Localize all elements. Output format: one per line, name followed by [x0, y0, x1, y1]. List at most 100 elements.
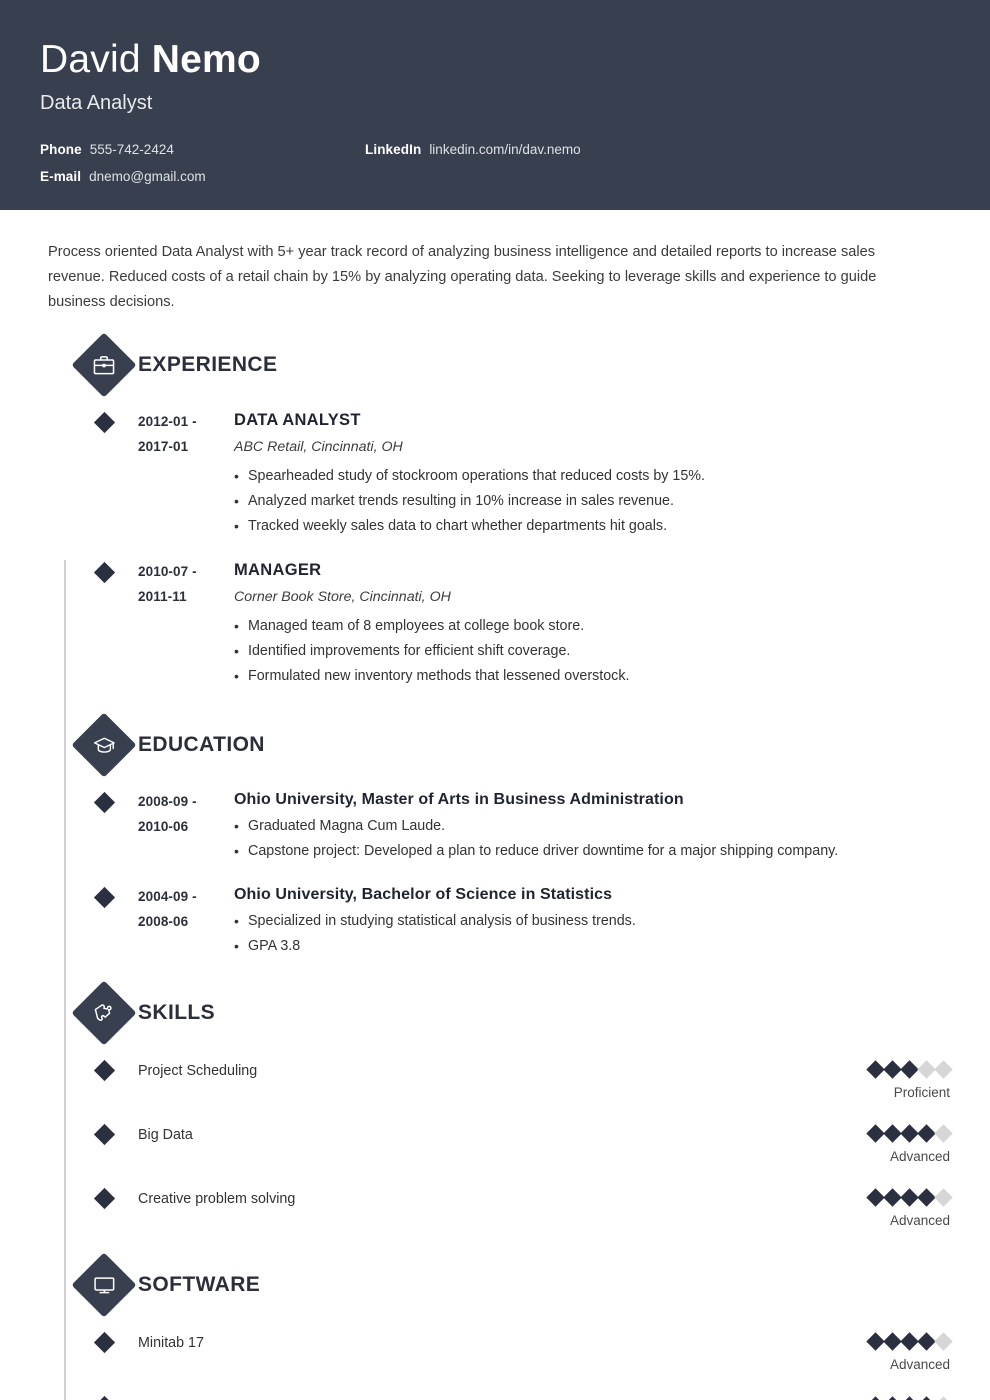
section-skills: SKILLS Project Scheduling Proficient Big…: [40, 980, 953, 1229]
rating-diamond-empty: [917, 1060, 936, 1079]
skill-rating: Advanced: [830, 1188, 953, 1229]
linkedin-label: LinkedIn: [365, 142, 422, 157]
education-entry: 2004-09 - 2008-06 Ohio University, Bache…: [40, 884, 950, 959]
experience-dates: 2010-07 - 2011-11: [138, 559, 234, 689]
email-value[interactable]: dnemo@gmail.com: [89, 169, 206, 184]
rating-diamond-filled: [917, 1396, 936, 1400]
section-software: SOFTWARE Minitab 17 Advanced: [40, 1252, 953, 1400]
rating-diamond-empty: [934, 1060, 953, 1079]
bullet-item: Graduated Magna Cum Laude.: [234, 814, 950, 839]
timeline-node-icon: [93, 1187, 116, 1210]
rating-diamond-filled: [883, 1188, 902, 1207]
timeline-node-icon: [93, 791, 116, 814]
rating-diamond-filled: [883, 1124, 902, 1143]
rating-diamonds: [830, 1124, 953, 1143]
rating-diamond-filled: [866, 1332, 885, 1351]
software-row: Minitab 17 Advanced: [40, 1331, 953, 1373]
rating-diamonds: [830, 1060, 953, 1079]
contact-phone: Phone 555-742-2424: [40, 142, 365, 157]
section-header-education: EDUCATION: [40, 712, 950, 778]
monitor-icon: [71, 1252, 137, 1318]
contact-email: E-mail dnemo@gmail.com: [40, 169, 365, 184]
education-entry-main: Ohio University, Bachelor of Science in …: [234, 884, 950, 959]
education-dates: 2008-09 - 2010-06: [138, 789, 234, 864]
education-bullets: Graduated Magna Cum Laude. Capstone proj…: [234, 814, 950, 864]
timeline-node-icon: [93, 1395, 116, 1400]
section-title-experience: EXPERIENCE: [138, 353, 278, 376]
section-header-experience: EXPERIENCE: [40, 332, 950, 398]
bullet-item: Spearheaded study of stockroom operation…: [234, 464, 950, 489]
rating-diamond-filled: [900, 1124, 919, 1143]
rating-diamond-filled: [900, 1396, 919, 1400]
rating-diamonds: [830, 1188, 953, 1207]
rating-diamonds: [830, 1332, 953, 1351]
phone-label: Phone: [40, 142, 82, 157]
bullet-item: Analyzed market trends resulting in 10% …: [234, 489, 950, 514]
timeline-node-icon: [93, 1123, 116, 1146]
timeline-node-icon: [93, 1059, 116, 1082]
software-name: Minitab 17: [138, 1335, 204, 1351]
education-entry: 2008-09 - 2010-06 Ohio University, Maste…: [40, 789, 950, 864]
experience-entry-main: MANAGER Corner Book Store, Cincinnati, O…: [234, 559, 950, 689]
experience-company: ABC Retail, Cincinnati, OH: [234, 439, 403, 455]
contact-row-2: E-mail dnemo@gmail.com: [40, 169, 900, 184]
skill-row: Creative problem solving Advanced: [40, 1187, 953, 1229]
rating-diamond-filled: [917, 1332, 936, 1351]
timeline-node-icon: [93, 886, 116, 909]
experience-dates: 2012-01 - 2017-01: [138, 409, 234, 539]
resume-page: David Nemo Data Analyst Phone 555-742-24…: [0, 0, 990, 1400]
section-education: EDUCATION 2008-09 - 2010-06 Ohio Univers…: [40, 712, 950, 959]
rating-diamond-filled: [883, 1060, 902, 1079]
linkedin-value[interactable]: linkedin.com/in/dav.nemo: [429, 142, 580, 157]
experience-job-title: DATA ANALYST: [234, 411, 361, 429]
rating-diamond-filled: [900, 1188, 919, 1207]
skill-level: Proficient: [893, 1085, 950, 1100]
timeline-node-icon: [93, 1331, 116, 1354]
skill-name: Project Scheduling: [138, 1063, 258, 1079]
experience-bullets: Spearheaded study of stockroom operation…: [234, 464, 950, 539]
professional-summary: Process oriented Data Analyst with 5+ ye…: [48, 244, 877, 310]
experience-bullets: Managed team of 8 employees at college b…: [234, 614, 950, 689]
rating-diamond-filled: [917, 1124, 936, 1143]
section-header-skills: SKILLS: [40, 980, 950, 1046]
date-from: 2008-09 -: [138, 794, 197, 809]
graduation-cap-icon: [71, 712, 137, 778]
bullet-item: Identified improvements for efficient sh…: [234, 639, 950, 664]
date-to: 2008-06: [138, 914, 189, 929]
resume-header: David Nemo Data Analyst Phone 555-742-24…: [0, 0, 990, 210]
bullet-item: GPA 3.8: [234, 934, 950, 959]
timeline-node-icon: [93, 561, 116, 584]
skill-row: Project Scheduling Proficient: [40, 1059, 953, 1101]
contact-details: Phone 555-742-2424 LinkedIn linkedin.com…: [40, 142, 900, 184]
experience-job-title: MANAGER: [234, 561, 322, 579]
contact-linkedin: LinkedIn linkedin.com/in/dav.nemo: [365, 142, 581, 157]
date-from: 2010-07 -: [138, 564, 197, 579]
skill-level: Advanced: [889, 1213, 950, 1228]
education-degree: Ohio University, Bachelor of Science in …: [234, 886, 613, 903]
date-from: 2012-01 -: [138, 414, 197, 429]
date-to: 2010-06: [138, 819, 189, 834]
rating-diamond-filled: [866, 1124, 885, 1143]
rating-diamond-filled: [917, 1188, 936, 1207]
rating-diamond-empty: [934, 1124, 953, 1143]
skill-level: Advanced: [889, 1149, 950, 1164]
skill-rating: Advanced: [830, 1124, 953, 1165]
phone-value[interactable]: 555-742-2424: [90, 142, 174, 157]
rating-diamond-filled: [866, 1060, 885, 1079]
skill-name: Creative problem solving: [138, 1191, 296, 1207]
timeline-node-icon: [93, 411, 116, 434]
rating-diamond-filled: [900, 1332, 919, 1351]
rating-diamond-filled: [900, 1060, 919, 1079]
rating-diamond-filled: [866, 1396, 885, 1400]
briefcase-icon: [71, 332, 137, 398]
last-name: Nemo: [151, 38, 261, 81]
education-dates: 2004-09 - 2008-06: [138, 884, 234, 959]
skill-name: Big Data: [138, 1127, 193, 1143]
rating-diamond-empty: [934, 1188, 953, 1207]
rating-diamond-filled: [866, 1188, 885, 1207]
section-title-software: SOFTWARE: [138, 1273, 261, 1296]
education-degree: Ohio University, Master of Arts in Busin…: [234, 791, 684, 808]
bullet-item: Managed team of 8 employees at college b…: [234, 614, 950, 639]
bullet-item: Capstone project: Developed a plan to re…: [234, 839, 950, 864]
puzzle-piece-icon: [71, 980, 137, 1046]
